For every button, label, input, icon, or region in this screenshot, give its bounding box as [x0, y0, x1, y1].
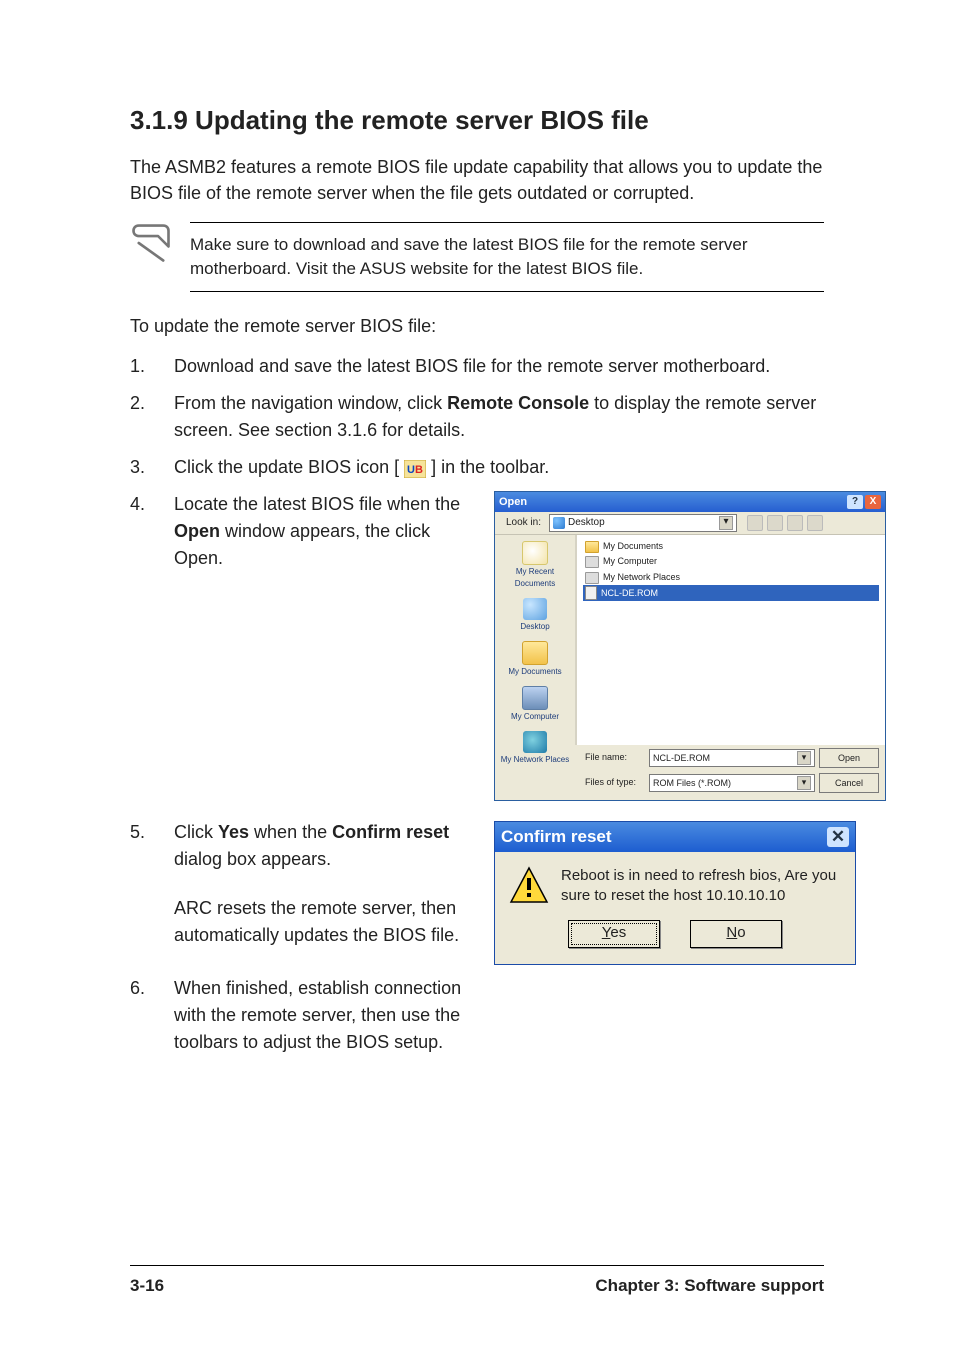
- page-footer: 3-16 Chapter 3: Software support: [130, 1265, 824, 1296]
- chevron-down-icon[interactable]: ▾: [797, 751, 811, 765]
- places-recent[interactable]: My Recent Documents: [495, 539, 575, 594]
- up-one-level-icon[interactable]: [767, 515, 783, 531]
- svg-text:B: B: [415, 464, 423, 476]
- close-icon[interactable]: X: [865, 495, 881, 509]
- confirm-reset-dialog: Confirm reset ✕: [494, 821, 856, 966]
- cancel-button[interactable]: Cancel: [819, 773, 879, 793]
- open-dialog-title: Open: [499, 494, 845, 511]
- open-dialog-titlebar[interactable]: Open ? X: [495, 492, 885, 512]
- lead-in: To update the remote server BIOS file:: [130, 316, 824, 337]
- places-computer[interactable]: My Computer: [509, 684, 561, 727]
- close-icon[interactable]: ✕: [827, 827, 849, 847]
- views-icon[interactable]: [807, 515, 823, 531]
- list-item[interactable]: My Computer: [583, 554, 879, 570]
- note-text: Make sure to download and save the lates…: [190, 222, 824, 292]
- computer-icon: [522, 686, 548, 710]
- open-dialog: Open ? X Look in: Desktop ▾: [494, 491, 886, 801]
- list-item-selected[interactable]: NCL-DE.ROM: [583, 585, 879, 601]
- file-name-label: File name:: [585, 751, 645, 765]
- computer-small-icon: [585, 556, 599, 568]
- places-documents[interactable]: My Documents: [506, 639, 563, 682]
- network-icon: [523, 731, 547, 753]
- confirm-dialog-titlebar[interactable]: Confirm reset ✕: [495, 822, 855, 852]
- svg-text:U: U: [407, 464, 415, 476]
- intro-paragraph: The ASMB2 features a remote BIOS file up…: [130, 154, 824, 206]
- manual-page: 3.1.9 Updating the remote server BIOS fi…: [0, 0, 954, 1351]
- file-icon: [585, 586, 597, 600]
- step-4: 4. Locate the latest BIOS file when the …: [130, 491, 824, 801]
- yes-button[interactable]: Yes: [568, 920, 660, 948]
- help-icon[interactable]: ?: [847, 495, 863, 509]
- step-6: 6. When finished, establish connection w…: [130, 975, 824, 1056]
- file-type-select[interactable]: ROM Files (*.ROM) ▾: [649, 774, 815, 792]
- places-desktop[interactable]: Desktop: [518, 596, 551, 637]
- no-button[interactable]: No: [690, 920, 782, 948]
- note-block: Make sure to download and save the lates…: [130, 222, 824, 292]
- network-small-icon: [585, 572, 599, 584]
- file-list[interactable]: My Documents My Computer My Network Plac…: [576, 535, 885, 745]
- section-heading: 3.1.9 Updating the remote server BIOS fi…: [130, 105, 824, 136]
- list-item[interactable]: My Network Places: [583, 570, 879, 586]
- step-5: 5. Click Yes when the Confirm reset dial…: [130, 819, 824, 966]
- back-icon[interactable]: [747, 515, 763, 531]
- chevron-down-icon[interactable]: ▾: [719, 516, 733, 530]
- update-bios-icon: U B: [404, 459, 426, 477]
- file-name-input[interactable]: NCL-DE.ROM ▾: [649, 749, 815, 767]
- look-in-label: Look in:: [501, 515, 545, 530]
- file-type-label: Files of type:: [585, 776, 645, 790]
- folder-icon: [585, 541, 599, 553]
- list-item[interactable]: My Documents: [583, 539, 879, 555]
- open-dialog-toolbar: Look in: Desktop ▾: [495, 512, 885, 535]
- places-bar: My Recent Documents Desktop My Documents: [495, 535, 576, 745]
- new-folder-icon[interactable]: [787, 515, 803, 531]
- open-button[interactable]: Open: [819, 748, 879, 768]
- note-icon: [130, 222, 172, 264]
- step-1: 1. Download and save the latest BIOS fil…: [130, 353, 824, 380]
- look-in-select[interactable]: Desktop ▾: [549, 514, 737, 532]
- step-3: 3. Click the update BIOS icon [ U B ] in…: [130, 454, 824, 481]
- look-in-value: Desktop: [568, 515, 605, 530]
- confirm-message: Reboot is in need to refresh bios, Are y…: [561, 866, 841, 907]
- confirm-dialog-title: Confirm reset: [501, 824, 827, 850]
- recent-icon: [522, 541, 548, 565]
- step-2: 2. From the navigation window, click Rem…: [130, 390, 824, 444]
- chevron-down-icon[interactable]: ▾: [797, 776, 811, 790]
- page-number: 3-16: [130, 1276, 164, 1296]
- desktop-place-icon: [523, 598, 547, 620]
- documents-icon: [522, 641, 548, 665]
- places-network[interactable]: My Network Places: [499, 729, 571, 770]
- steps-list: 1. Download and save the latest BIOS fil…: [130, 353, 824, 1057]
- desktop-icon: [553, 517, 565, 529]
- chapter-label: Chapter 3: Software support: [595, 1276, 824, 1296]
- warning-icon: [509, 866, 549, 906]
